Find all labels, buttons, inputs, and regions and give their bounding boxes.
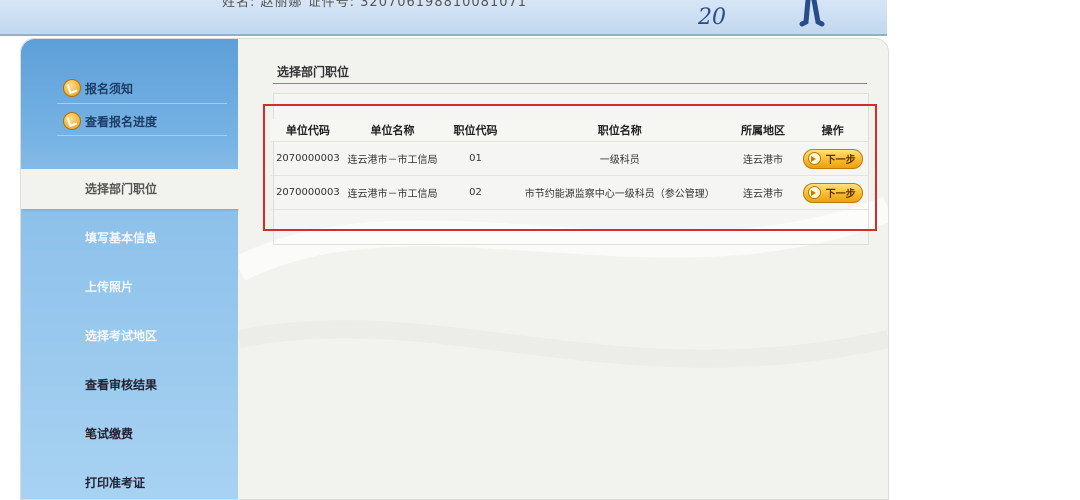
top-banner: 姓名: 赵丽娜 证件号: 320706198810081071 20: [0, 0, 887, 36]
sidebar-item-select-position[interactable]: 选择部门职位: [21, 169, 247, 209]
sidebar-item-label: 打印准考证: [85, 476, 146, 490]
content-area: 选择部门职位 单位代码 单位名称 职位代码 职位名称 所属地区 操作 20700…: [239, 39, 888, 499]
progress-icon: [63, 112, 81, 130]
sidebar-item-label: 笔试缴费: [85, 427, 134, 441]
sidebar-item-label: 上传照片: [85, 280, 134, 294]
sidebar-item-exam-region[interactable]: 选择考试地区: [21, 316, 238, 356]
quick-link-label: 查看报名进度: [85, 114, 158, 129]
sidebar-item-basic-info[interactable]: 填写基本信息: [21, 218, 238, 258]
notice-icon: [63, 79, 81, 97]
quick-link-progress[interactable]: 查看报名进度: [63, 112, 157, 130]
sidebar: 报名须知 查看报名进度 选择部门职位 填写基本信息 上传照片 选择考试地区 查看…: [21, 39, 247, 499]
sidebar-item-exam-fee[interactable]: 笔试缴费: [21, 414, 238, 454]
banner-figure-text: 20: [697, 5, 726, 30]
highlight-box: [263, 104, 877, 231]
sidebar-item-review-result[interactable]: 查看审核结果: [21, 365, 238, 405]
divider: [57, 135, 227, 136]
main-frame: 报名须知 查看报名进度 选择部门职位 填写基本信息 上传照片 选择考试地区 查看…: [20, 38, 889, 500]
quick-link-notice[interactable]: 报名须知: [63, 79, 133, 97]
sidebar-item-label: 选择部门职位: [85, 182, 158, 196]
sidebar-item-label: 选择考试地区: [85, 329, 158, 343]
sidebar-item-label: 查看审核结果: [85, 378, 158, 392]
sidebar-item-label: 填写基本信息: [85, 231, 158, 245]
quick-link-label: 报名须知: [85, 81, 134, 96]
sidebar-item-print-admission[interactable]: 打印准考证: [21, 463, 238, 499]
divider: [57, 103, 227, 104]
sidebar-item-upload-photo[interactable]: 上传照片: [21, 267, 238, 307]
applicant-info: 姓名: 赵丽娜 证件号: 320706198810081071: [222, 0, 528, 10]
page-title: 选择部门职位: [277, 65, 350, 79]
banner-figure-icon: 20: [697, 0, 825, 30]
divider: [273, 83, 867, 84]
